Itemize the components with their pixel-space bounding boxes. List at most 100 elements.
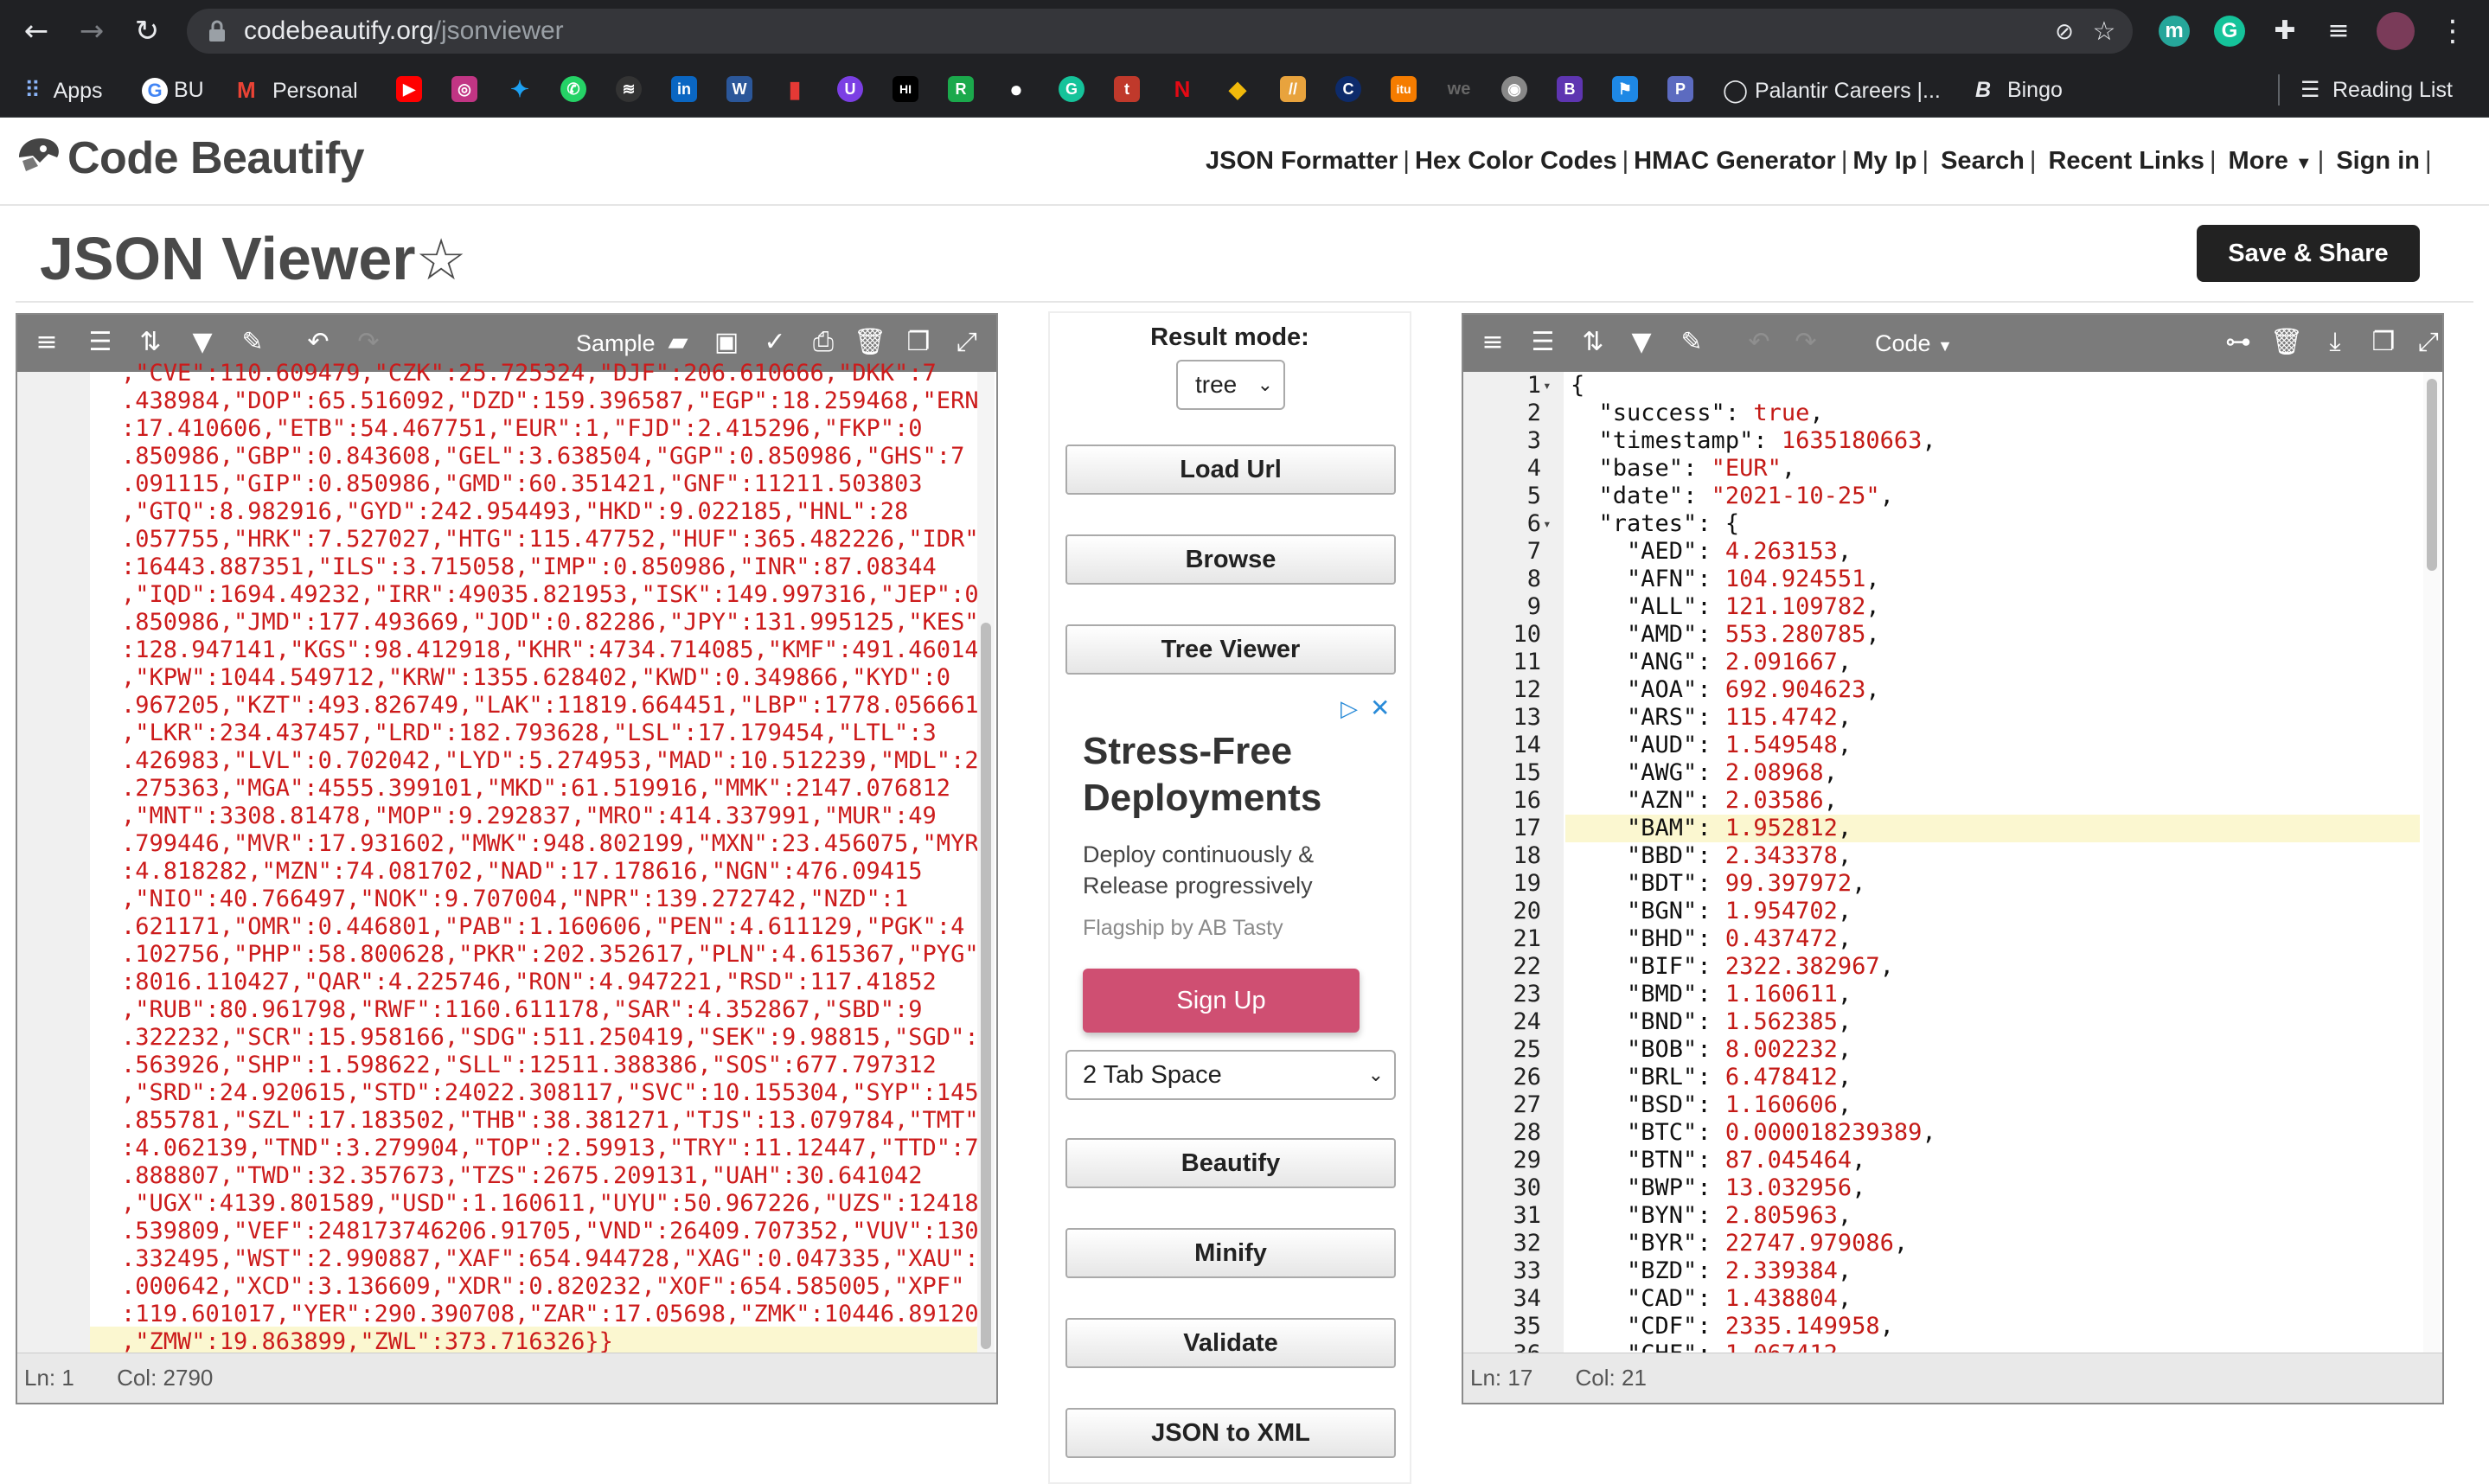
minify-button[interactable]: Minify xyxy=(1065,1228,1396,1278)
bookmark-bu[interactable]: G BU xyxy=(142,74,204,106)
input-json-text[interactable]: ,"CVE":110.609479,"CZK":25.725324,"DJF":… xyxy=(121,360,993,1356)
media-queue-icon[interactable]: ≡ xyxy=(2321,14,2356,48)
bookmark-apps[interactable]: ⠿ Apps xyxy=(24,74,103,106)
p-logo-icon[interactable]: P xyxy=(1667,76,1693,102)
beautify-button[interactable]: Beautify xyxy=(1065,1138,1396,1188)
download-icon[interactable]: ⤓ xyxy=(2318,325,2352,360)
trash-icon[interactable]: 🗑 xyxy=(853,325,887,360)
eye-off-icon[interactable]: ⊘ xyxy=(2050,17,2079,47)
grammarly-icon[interactable]: G xyxy=(1059,76,1085,102)
tree-viewer-button[interactable]: Tree Viewer xyxy=(1065,624,1396,675)
open-folder-icon[interactable]: ▰ xyxy=(661,325,695,360)
reload-icon[interactable]: ↻ xyxy=(130,14,164,48)
youtube-icon[interactable]: ▶ xyxy=(396,76,422,102)
fold-toggle-icon[interactable]: ▾ xyxy=(1543,510,1555,538)
twitter-icon[interactable]: ✦ xyxy=(507,76,533,102)
sort-icon[interactable]: ⇅ xyxy=(133,325,168,360)
nav-hmac-generator[interactable]: HMAC Generator xyxy=(1634,144,1836,178)
u-logo-icon[interactable]: U xyxy=(837,76,863,102)
netflix-icon[interactable]: N xyxy=(1169,76,1195,102)
fullscreen-icon[interactable]: ⤢ xyxy=(2411,325,2446,360)
nav-search[interactable]: Search xyxy=(1941,144,2025,178)
profile-avatar[interactable] xyxy=(2377,12,2415,50)
t-icon[interactable]: t xyxy=(1114,76,1140,102)
tab-space-select[interactable]: 2 Tab Space ⌄ xyxy=(1065,1050,1396,1100)
code-mode-dropdown[interactable]: Code ▼ xyxy=(1875,329,1953,361)
circle-logo-icon[interactable]: ◉ xyxy=(1501,76,1527,102)
copy-icon[interactable]: ❐ xyxy=(901,325,936,360)
sort-icon[interactable]: ⇅ xyxy=(1576,325,1610,360)
site-logo[interactable]: Code Beautify xyxy=(67,130,365,187)
extension-grammarly-icon[interactable]: G xyxy=(2214,16,2245,47)
green-r-icon[interactable]: R xyxy=(948,76,974,102)
undo-icon[interactable]: ↶ xyxy=(1742,325,1776,360)
compact-icon[interactable]: ☰ xyxy=(83,325,118,360)
filter-icon[interactable]: ▼ xyxy=(185,325,220,360)
logo-icon[interactable] xyxy=(14,131,64,178)
output-code-view[interactable]: 1 ▾{2 "success": true, 3 "timestamp": 1635… xyxy=(1463,372,2442,1353)
bookmark-red-icon[interactable]: ▮ xyxy=(782,76,808,102)
whatsapp-icon[interactable]: ✆ xyxy=(560,76,586,102)
undo-icon[interactable]: ↶ xyxy=(301,325,336,360)
wrench-icon[interactable]: ✎ xyxy=(1674,325,1709,360)
redo-icon[interactable]: ↷ xyxy=(1788,325,1823,360)
save-disk-icon[interactable]: ▣ xyxy=(709,325,744,360)
nav-json-formatter[interactable]: JSON Formatter xyxy=(1206,144,1398,178)
wrench-icon[interactable]: ✎ xyxy=(235,325,270,360)
instagram-icon[interactable]: ◎ xyxy=(451,76,477,102)
binance-icon[interactable]: ◆ xyxy=(1225,76,1251,102)
format-icon[interactable]: ≡ xyxy=(29,325,64,360)
word-icon[interactable]: W xyxy=(726,76,752,102)
copy-icon[interactable]: ❐ xyxy=(2366,325,2401,360)
trash-icon[interactable]: 🗑 xyxy=(2269,325,2304,360)
nav-recent-links[interactable]: Recent Links xyxy=(2048,144,2204,178)
chrome-menu-icon[interactable]: ⋮ xyxy=(2435,14,2470,48)
filter-icon[interactable]: ▼ xyxy=(1624,325,1659,360)
nav-more[interactable]: More ▼ xyxy=(2229,144,2313,181)
favorite-star-icon[interactable]: ☆ xyxy=(416,227,467,293)
spotify-icon[interactable]: ≋ xyxy=(616,76,642,102)
advertisement[interactable]: ▷ ✕ Stress-Free Deployments Deploy contin… xyxy=(1050,694,1410,1033)
ad-close-icon[interactable]: ✕ xyxy=(1370,694,1390,722)
validate-button[interactable]: Validate xyxy=(1065,1318,1396,1368)
fullscreen-icon[interactable]: ⤢ xyxy=(950,325,984,360)
sample-button[interactable]: Sample xyxy=(576,329,656,358)
print-icon[interactable]: ⎙ xyxy=(806,325,841,360)
bookmark-bingo[interactable]: B Bingo xyxy=(1975,74,2063,106)
check-icon[interactable]: ✓ xyxy=(758,325,792,360)
browse-button[interactable]: Browse xyxy=(1065,534,1396,585)
address-bar[interactable]: codebeautify.org/jsonviewer ⊘ ☆ xyxy=(187,9,2133,54)
ad-signup-button[interactable]: Sign Up xyxy=(1083,969,1360,1033)
input-scrollbar-thumb[interactable] xyxy=(981,623,991,1349)
itu-icon[interactable]: itu xyxy=(1391,76,1417,102)
forward-arrow-icon[interactable]: → xyxy=(74,14,109,48)
format-icon[interactable]: ≡ xyxy=(1475,325,1510,360)
flag-icon[interactable]: ⚑ xyxy=(1612,76,1638,102)
result-mode-select[interactable]: tree ⌄ xyxy=(1176,360,1285,410)
reading-list[interactable]: ☰ Reading List xyxy=(2300,74,2453,106)
extensions-puzzle-icon[interactable]: ✚ xyxy=(2268,14,2302,48)
orange-slash-icon[interactable]: // xyxy=(1280,76,1306,102)
bookmark-personal[interactable]: M Personal xyxy=(237,74,358,106)
nav-sign-in[interactable]: Sign in xyxy=(2336,144,2420,178)
hackerrank-icon[interactable]: HI xyxy=(893,76,918,102)
input-scrollbar[interactable] xyxy=(977,372,995,1356)
url-text[interactable]: codebeautify.org/jsonviewer xyxy=(244,16,564,46)
bookmark-palantir[interactable]: ◯ Palantir Careers |... xyxy=(1723,74,1941,106)
nav-my-ip[interactable]: My Ip xyxy=(1852,144,1916,178)
we-icon[interactable]: we xyxy=(1446,76,1472,102)
output-scrollbar-thumb[interactable] xyxy=(2427,379,2437,571)
back-arrow-icon[interactable]: ← xyxy=(19,14,54,48)
json-to-xml-button[interactable]: JSON to XML xyxy=(1065,1408,1396,1458)
github-icon[interactable]: ● xyxy=(1003,76,1029,102)
linkedin-icon[interactable]: in xyxy=(671,76,697,102)
c-logo-icon[interactable]: C xyxy=(1335,76,1361,102)
fold-toggle-icon[interactable]: ▾ xyxy=(1543,372,1555,400)
load-url-button[interactable]: Load Url xyxy=(1065,445,1396,495)
tree-structure-icon[interactable]: ⊶ xyxy=(2221,325,2255,360)
extension-m-icon[interactable]: m xyxy=(2159,16,2190,47)
adchoices-icon[interactable]: ▷ xyxy=(1340,695,1358,722)
save-share-button[interactable]: Save & Share xyxy=(2197,225,2420,282)
output-scrollbar[interactable] xyxy=(2423,372,2441,1356)
compact-icon[interactable]: ☰ xyxy=(1526,325,1560,360)
